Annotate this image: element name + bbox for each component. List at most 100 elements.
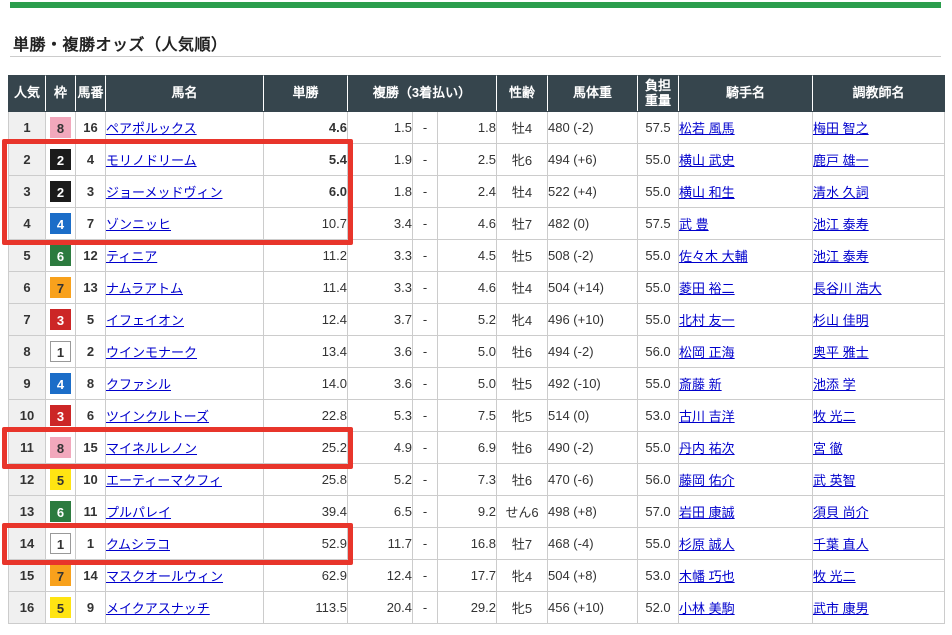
horse-weight-cell: 480 (-2) <box>548 112 638 144</box>
win-odds-cell: 5.4 <box>264 144 348 176</box>
horse-name-link[interactable]: マイネルレノン <box>106 441 197 456</box>
table-row: 11815マイネルレノン25.24.9-6.9牡6490 (-2)55.0丹内 … <box>9 432 945 464</box>
horse-name-link[interactable]: クファシル <box>106 377 171 392</box>
jockey-link[interactable]: 小林 美駒 <box>679 601 735 616</box>
trainer-link[interactable]: 長谷川 浩大 <box>813 281 882 296</box>
impost-cell: 55.0 <box>638 528 679 560</box>
table-row: 224モリノドリーム5.41.9-2.5牝6494 (+6)55.0横山 武史鹿… <box>9 144 945 176</box>
horse-weight-cell: 494 (-2) <box>548 336 638 368</box>
place-odds-min-cell: 1.5 <box>348 112 413 144</box>
table-row: 15714マスクオールウィン62.912.4-17.7牝4504 (+8)53.… <box>9 560 945 592</box>
horse-name-link[interactable]: ジョーメッドヴィン <box>106 185 222 200</box>
trainer-link[interactable]: 牧 光二 <box>813 409 856 424</box>
impost-cell: 55.0 <box>638 432 679 464</box>
trainer-link[interactable]: 武 英智 <box>813 473 856 488</box>
horse-name-link[interactable]: ゾンニッヒ <box>106 217 171 232</box>
horse-name-cell: クファシル <box>106 368 264 400</box>
rank-cell: 15 <box>9 560 46 592</box>
jockey-link[interactable]: 丹内 祐次 <box>679 441 735 456</box>
horse-weight-cell: 482 (0) <box>548 208 638 240</box>
place-odds-separator: - <box>413 496 438 528</box>
trainer-link[interactable]: 宮 徹 <box>813 441 843 456</box>
trainer-link[interactable]: 池江 泰寿 <box>813 217 869 232</box>
horse-name-cell: イフェイオン <box>106 304 264 336</box>
jockey-link[interactable]: 杉原 誠人 <box>679 537 735 552</box>
trainer-link[interactable]: 池江 泰寿 <box>813 249 869 264</box>
trainer-link[interactable]: 須貝 尚介 <box>813 505 869 520</box>
horse-name-link[interactable]: モリノドリーム <box>106 153 197 168</box>
trainer-link[interactable]: 池添 学 <box>813 377 856 392</box>
win-odds-cell: 12.4 <box>264 304 348 336</box>
place-odds-separator: - <box>413 208 438 240</box>
impost-cell: 55.0 <box>638 368 679 400</box>
jockey-link[interactable]: 藤岡 佑介 <box>679 473 735 488</box>
horse-name-cell: ペアポルックス <box>106 112 264 144</box>
place-odds-max-cell: 4.6 <box>438 208 497 240</box>
rank-cell: 13 <box>9 496 46 528</box>
horse-name-link[interactable]: マスクオールウィン <box>106 569 223 584</box>
horse-name-link[interactable]: イフェイオン <box>106 313 184 328</box>
horse-name-link[interactable]: ナムラアトム <box>106 281 183 296</box>
frame-cell: 3 <box>46 304 76 336</box>
table-row: 1036ツインクルトーズ22.85.3-7.5牝5514 (0)53.0古川 吉… <box>9 400 945 432</box>
horse-number-cell: 8 <box>76 368 106 400</box>
trainer-link[interactable]: 清水 久詞 <box>813 185 869 200</box>
frame-cell: 5 <box>46 464 76 496</box>
sex-age-cell: 牡5 <box>497 240 548 272</box>
horse-name-link[interactable]: プルパレイ <box>106 505 171 520</box>
frame-cell: 4 <box>46 208 76 240</box>
trainer-cell: 牧 光二 <box>813 560 945 592</box>
jockey-link[interactable]: 岩田 康誠 <box>679 505 735 520</box>
place-odds-max-cell: 7.3 <box>438 464 497 496</box>
trainer-cell: 須貝 尚介 <box>813 496 945 528</box>
jockey-link[interactable]: 木幡 巧也 <box>679 569 735 584</box>
frame-cell: 3 <box>46 400 76 432</box>
jockey-link[interactable]: 武 豊 <box>679 217 709 232</box>
table-row: 948クファシル14.03.6-5.0牡5492 (-10)55.0斎藤 新池添… <box>9 368 945 400</box>
win-odds-cell: 25.8 <box>264 464 348 496</box>
trainer-link[interactable]: 鹿戸 雄一 <box>813 153 869 168</box>
frame-cell: 8 <box>46 432 76 464</box>
trainer-link[interactable]: 梅田 智之 <box>813 121 869 136</box>
trainer-link[interactable]: 武市 康男 <box>813 601 869 616</box>
jockey-link[interactable]: 古川 吉洋 <box>679 409 735 424</box>
jockey-link[interactable]: 松岡 正海 <box>679 345 735 360</box>
trainer-link[interactable]: 牧 光二 <box>813 569 856 584</box>
horse-name-link[interactable]: メイクアスナッチ <box>106 601 210 616</box>
horse-name-link[interactable]: ティニア <box>106 249 157 264</box>
jockey-link[interactable]: 佐々木 大輔 <box>679 249 748 264</box>
horse-name-link[interactable]: エーティーマクフィ <box>106 473 222 488</box>
table-row: 6713ナムラアトム11.43.3-4.6牡4504 (+14)55.0菱田 裕… <box>9 272 945 304</box>
jockey-link[interactable]: 横山 武史 <box>679 153 735 168</box>
jockey-link[interactable]: 斎藤 新 <box>679 377 722 392</box>
place-odds-max-cell: 1.8 <box>438 112 497 144</box>
trainer-cell: 梅田 智之 <box>813 112 945 144</box>
frame-cell: 6 <box>46 496 76 528</box>
rank-cell: 2 <box>9 144 46 176</box>
sex-age-cell: 牡4 <box>497 272 548 304</box>
horse-name-link[interactable]: ツインクルトーズ <box>106 409 209 424</box>
horse-number-cell: 13 <box>76 272 106 304</box>
trainer-cell: 鹿戸 雄一 <box>813 144 945 176</box>
rank-cell: 5 <box>9 240 46 272</box>
horse-name-link[interactable]: ウインモナーク <box>106 345 197 360</box>
trainer-cell: 武 英智 <box>813 464 945 496</box>
jockey-link[interactable]: 北村 友一 <box>679 313 735 328</box>
trainer-link[interactable]: 千葉 直人 <box>813 537 869 552</box>
sex-age-cell: 牡4 <box>497 112 548 144</box>
frame-number-badge: 2 <box>50 149 71 170</box>
horse-name-link[interactable]: ペアポルックス <box>106 121 197 136</box>
trainer-link[interactable]: 奥平 雅士 <box>813 345 869 360</box>
place-odds-separator: - <box>413 112 438 144</box>
win-odds-cell: 10.7 <box>264 208 348 240</box>
horse-name-link[interactable]: クムシラコ <box>106 537 170 552</box>
jockey-link[interactable]: 横山 和生 <box>679 185 735 200</box>
sex-age-cell: 牡7 <box>497 208 548 240</box>
trainer-link[interactable]: 杉山 佳明 <box>813 313 869 328</box>
jockey-link[interactable]: 菱田 裕二 <box>679 281 735 296</box>
impost-cell: 55.0 <box>638 176 679 208</box>
jockey-link[interactable]: 松若 風馬 <box>679 121 735 136</box>
rank-cell: 4 <box>9 208 46 240</box>
place-odds-max-cell: 2.5 <box>438 144 497 176</box>
frame-cell: 2 <box>46 144 76 176</box>
